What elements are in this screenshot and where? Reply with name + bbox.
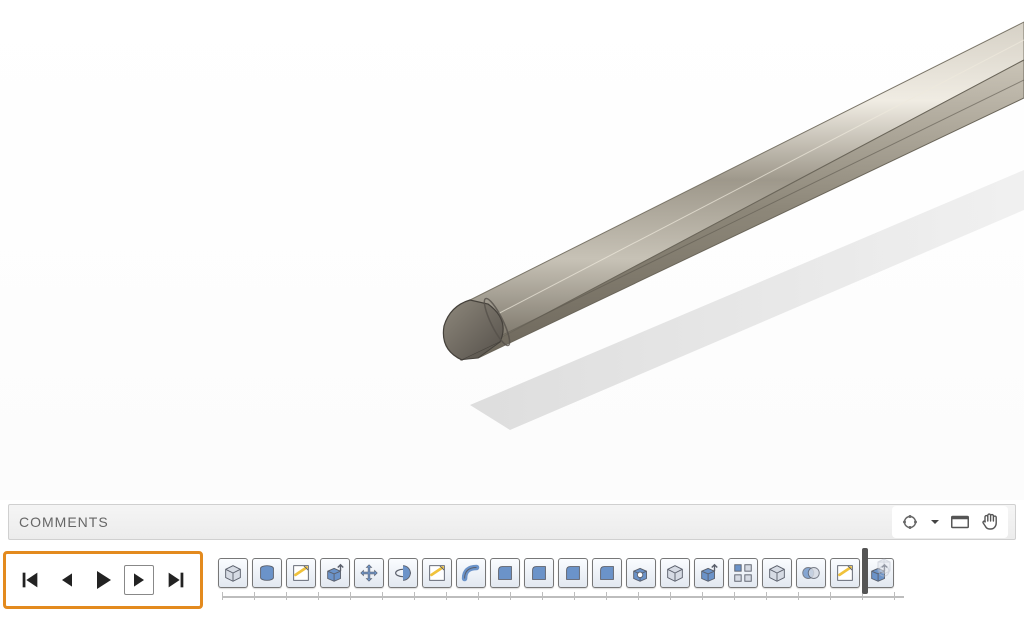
feature-sketch-2[interactable]: [422, 558, 452, 588]
timeline-end-marker[interactable]: [862, 548, 868, 594]
orbit-icon[interactable]: [898, 510, 922, 534]
feature-fillet-2[interactable]: [524, 558, 554, 588]
step-back-button[interactable]: [52, 565, 82, 595]
comments-title: COMMENTS: [19, 514, 109, 530]
caret-down-icon[interactable]: [928, 510, 942, 534]
view-controls: [892, 506, 1008, 538]
feature-extrude-2[interactable]: [694, 558, 724, 588]
playback-controls-highlight: [3, 551, 203, 609]
viewport-3d[interactable]: [0, 0, 1024, 500]
pan-hand-icon[interactable]: [978, 510, 1002, 534]
play-button[interactable]: [88, 565, 118, 595]
feature-fillet-4[interactable]: [592, 558, 622, 588]
step-forward-button[interactable]: [124, 565, 154, 595]
feature-extrude-1[interactable]: [320, 558, 350, 588]
suppressed-features: [872, 556, 896, 584]
timeline-track[interactable]: [218, 590, 914, 606]
feature-pattern[interactable]: [728, 558, 758, 588]
comments-panel-header[interactable]: COMMENTS +: [8, 504, 1016, 540]
feature-sketch-3[interactable]: [830, 558, 860, 588]
suppressed-feature-icon[interactable]: [872, 556, 896, 580]
timeline: [0, 548, 1024, 608]
feature-cylinder[interactable]: [252, 558, 282, 588]
feature-fillet-3[interactable]: [558, 558, 588, 588]
look-at-icon[interactable]: [948, 510, 972, 534]
feature-move-1[interactable]: [354, 558, 384, 588]
feature-fillet-1[interactable]: [490, 558, 520, 588]
feature-revolve[interactable]: [388, 558, 418, 588]
model-render: [0, 0, 1024, 500]
go-to-end-button[interactable]: [161, 565, 191, 595]
feature-new-component[interactable]: [218, 558, 248, 588]
go-to-start-button[interactable]: [15, 565, 45, 595]
feature-sketch-1[interactable]: [286, 558, 316, 588]
feature-combine[interactable]: [796, 558, 826, 588]
feature-body-1[interactable]: [660, 558, 690, 588]
feature-shell[interactable]: [626, 558, 656, 588]
feature-body-2[interactable]: [762, 558, 792, 588]
feature-sweep[interactable]: [456, 558, 486, 588]
